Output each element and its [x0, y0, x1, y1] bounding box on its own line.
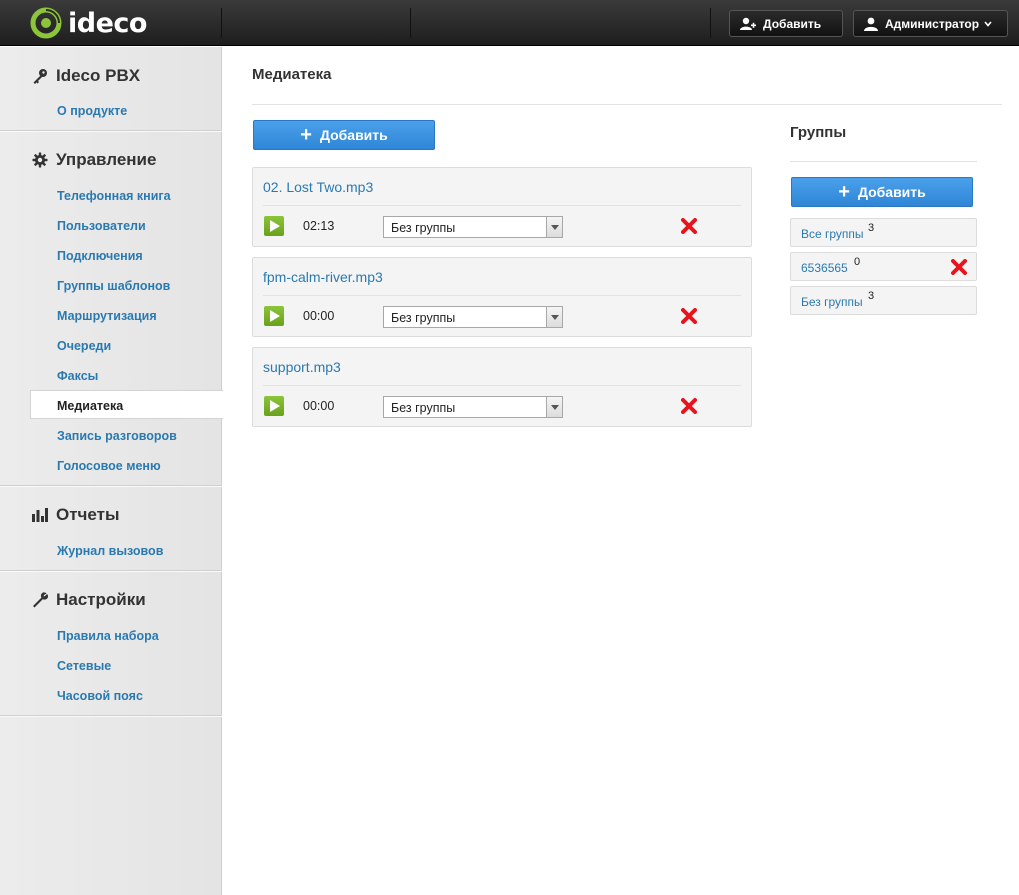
card-divider: [263, 295, 741, 296]
group-label[interactable]: Без группы: [801, 295, 863, 309]
sidebar-item-about[interactable]: О продукте: [57, 104, 127, 118]
group-label[interactable]: Все группы: [801, 227, 864, 241]
plus-icon: +: [300, 124, 312, 146]
sidebar-section-settings: Настройки Правила набора Сетевые Часовой…: [0, 572, 222, 716]
logo[interactable]: ideco: [30, 7, 147, 39]
header-add-button[interactable]: Добавить: [729, 10, 843, 37]
add-user-icon: [740, 17, 756, 30]
group-count: 0: [854, 256, 861, 268]
logo-text: ideco: [68, 7, 147, 39]
top-separator: [221, 8, 222, 38]
chevron-down-icon: [546, 397, 562, 417]
group-count: 3: [868, 222, 875, 234]
media-file-name[interactable]: 02. Lost Two.mp3: [263, 179, 373, 195]
sidebar-item-queues[interactable]: Очереди: [57, 339, 111, 353]
sidebar-item-call-log[interactable]: Журнал вызовов: [57, 544, 163, 558]
media-file-name[interactable]: support.mp3: [263, 359, 341, 375]
page-title: Медиатека: [252, 66, 332, 83]
sidebar-section-reports: Отчеты Журнал вызовов: [0, 487, 222, 571]
sidebar-item-template-groups[interactable]: Группы шаблонов: [57, 279, 170, 293]
delete-icon[interactable]: [681, 218, 697, 234]
plus-icon: +: [838, 181, 850, 203]
delete-icon[interactable]: [681, 308, 697, 324]
add-file-button[interactable]: + Добавить: [253, 120, 435, 150]
top-bar: ideco Добавить Администратор: [0, 0, 1019, 46]
play-icon[interactable]: [264, 216, 284, 236]
sidebar-item-media-library-label: Медиатека: [57, 399, 124, 413]
active-item-arrow: [214, 397, 222, 413]
sidebar-item-routing[interactable]: Маршрутизация: [57, 309, 157, 323]
sidebar: Ideco PBX О продукте Управление Телефонн…: [0, 47, 223, 895]
sidebar-item-timezone[interactable]: Часовой пояс: [57, 689, 143, 703]
add-group-button[interactable]: + Добавить: [791, 177, 973, 207]
sidebar-item-faxes[interactable]: Факсы: [57, 369, 98, 383]
delete-icon[interactable]: [681, 398, 697, 414]
top-separator: [710, 8, 711, 38]
gear-icon: [32, 152, 48, 168]
group-item-no-group: Без группы 3: [790, 286, 977, 315]
user-icon: [864, 17, 878, 31]
groups-divider: [790, 161, 977, 162]
media-file-card: fpm-calm-river.mp3 00:00 Без группы: [252, 257, 752, 337]
sidebar-item-users[interactable]: Пользователи: [57, 219, 146, 233]
sidebar-item-connections[interactable]: Подключения: [57, 249, 143, 263]
sidebar-item-voice-menu[interactable]: Голосовое меню: [57, 459, 161, 473]
media-file-name[interactable]: fpm-calm-river.mp3: [263, 269, 383, 285]
user-menu-button[interactable]: Администратор: [853, 10, 1008, 37]
sidebar-section-title: Управление: [32, 150, 156, 170]
header-add-label: Добавить: [763, 16, 822, 31]
top-separator: [410, 8, 411, 38]
sidebar-section-title: Настройки: [32, 590, 146, 610]
bar-chart-icon: [32, 508, 48, 522]
chevron-down-icon: [546, 217, 562, 237]
group-select-value: Без группы: [391, 221, 456, 235]
delete-icon[interactable]: [951, 259, 967, 275]
group-select[interactable]: Без группы: [383, 306, 563, 328]
media-file-card: support.mp3 00:00 Без группы: [252, 347, 752, 427]
play-icon[interactable]: [264, 396, 284, 416]
chevron-down-icon: [984, 20, 992, 27]
sidebar-section-title: Отчеты: [32, 505, 120, 525]
group-select[interactable]: Без группы: [383, 216, 563, 238]
sidebar-item-dial-rules[interactable]: Правила набора: [57, 629, 159, 643]
wrench-icon: [33, 592, 48, 608]
group-select-value: Без группы: [391, 401, 456, 415]
groups-title: Группы: [790, 124, 847, 141]
title-divider: [252, 104, 1002, 105]
media-file-duration: 00:00: [303, 309, 335, 323]
group-count: 3: [868, 290, 875, 302]
media-file-card: 02. Lost Two.mp3 02:13 Без группы: [252, 167, 752, 247]
logo-icon: [30, 7, 62, 39]
media-file-duration: 02:13: [303, 219, 335, 233]
sidebar-item-call-recording[interactable]: Запись разговоров: [57, 429, 177, 443]
play-icon[interactable]: [264, 306, 284, 326]
sidebar-item-network[interactable]: Сетевые: [57, 659, 111, 673]
sidebar-section-title: Ideco PBX: [32, 66, 140, 86]
key-icon: [33, 69, 47, 84]
group-item-6536565: 6536565 0: [790, 252, 977, 281]
card-divider: [263, 385, 741, 386]
sidebar-section-management: Управление Телефонная книга Пользователи…: [0, 132, 223, 486]
group-item-all: Все группы 3: [790, 218, 977, 247]
group-select-value: Без группы: [391, 311, 456, 325]
user-menu-label: Администратор: [885, 16, 980, 31]
card-divider: [263, 205, 741, 206]
group-select[interactable]: Без группы: [383, 396, 563, 418]
media-file-duration: 00:00: [303, 399, 335, 413]
sidebar-section-pbx: Ideco PBX О продукте: [0, 47, 222, 131]
sidebar-item-phonebook[interactable]: Телефонная книга: [57, 189, 171, 203]
chevron-down-icon: [546, 307, 562, 327]
group-label[interactable]: 6536565: [801, 261, 848, 275]
